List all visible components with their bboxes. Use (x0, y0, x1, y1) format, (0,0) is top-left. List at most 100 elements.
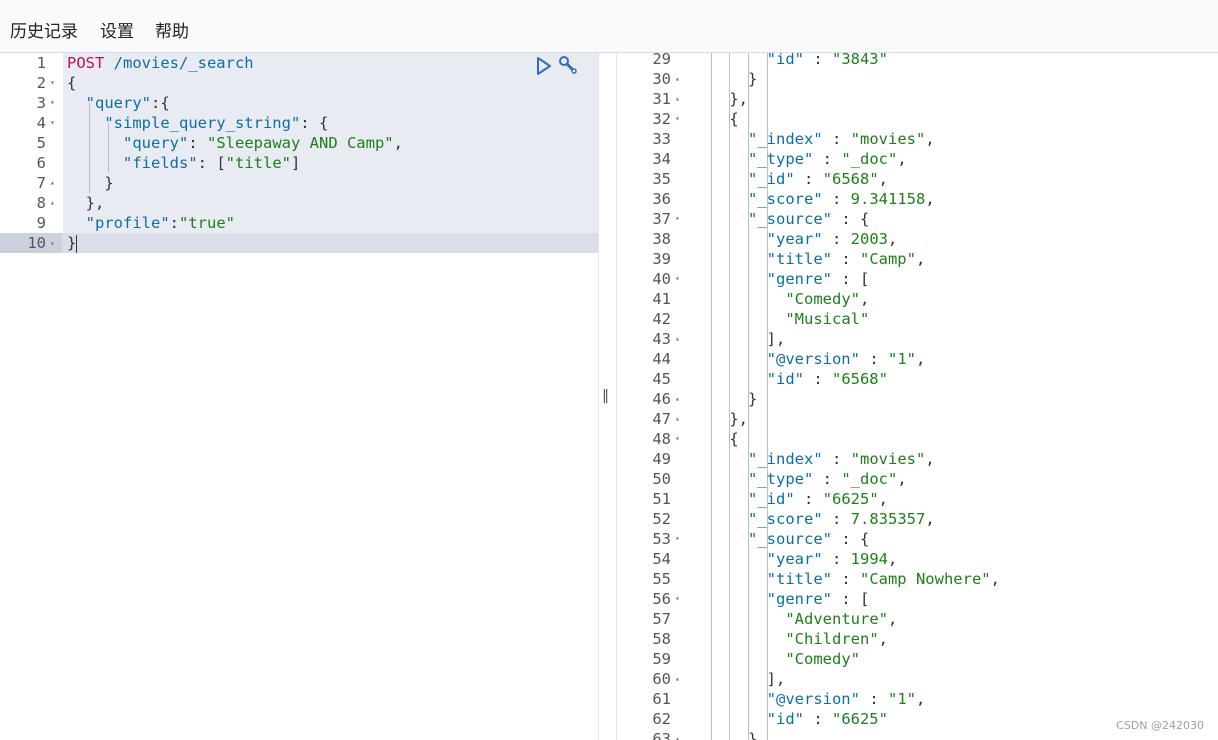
code-line: { (67, 74, 77, 92)
fold-collapse-icon[interactable]: ▾ (675, 529, 680, 549)
line-number: 3 (36, 94, 46, 112)
line-number: 51 (652, 490, 671, 508)
line-number: 31 (652, 90, 671, 108)
code-line: }, (692, 410, 748, 428)
line-number: 58 (652, 630, 671, 648)
fold-expand-icon[interactable]: ▴ (675, 69, 680, 89)
wrench-icon[interactable] (557, 54, 579, 76)
fold-expand-icon[interactable]: ▴ (675, 669, 680, 689)
fold-expand-icon[interactable]: ▴ (675, 409, 680, 429)
menu-settings[interactable]: 设置 (100, 17, 134, 42)
line-number: 32 (652, 110, 671, 128)
code-line: "_source" : { (748, 530, 870, 548)
fold-expand-icon[interactable]: ▴ (675, 729, 680, 740)
fold-expand-icon[interactable]: ▴ (675, 389, 680, 409)
watermark: CSDN @242030 (1116, 719, 1204, 732)
code-line: "@version" : "1", (766, 690, 926, 708)
line-number: 59 (652, 650, 671, 668)
code-line: "_score" : 9.341158, (748, 190, 935, 208)
line-number: 6 (36, 154, 46, 172)
fold-collapse-icon[interactable]: ▾ (675, 269, 680, 289)
fold-expand-icon[interactable]: ▴ (50, 233, 55, 253)
request-editor[interactable]: 1 POST /movies/_search 2 ▾{3 ▾ "query":{4 ▾ "… (0, 53, 598, 740)
line-number: 53 (652, 530, 671, 548)
code-line: "Comedy", (785, 290, 870, 308)
text-cursor (76, 234, 78, 253)
code-line: "Musical" (785, 310, 870, 328)
code-line: "year" : 2003, (766, 230, 898, 248)
line-number: 5 (36, 134, 46, 152)
code-line: "query":{ (85, 94, 170, 112)
line-number: 30 (652, 70, 671, 88)
top-menu-bar: 历史记录 设置 帮助 (0, 0, 1218, 53)
line-number: 44 (652, 350, 671, 368)
fold-expand-icon[interactable]: ▴ (675, 329, 680, 349)
fold-collapse-icon[interactable]: ▾ (50, 93, 55, 113)
fold-collapse-icon[interactable]: ▾ (675, 589, 680, 609)
code-line: "query": "Sleepaway AND Camp", (123, 134, 403, 152)
fold-expand-icon[interactable]: ▴ (50, 193, 55, 213)
line-number: 50 (652, 470, 671, 488)
line-number: 46 (652, 390, 671, 408)
fold-collapse-icon[interactable]: ▾ (675, 209, 680, 229)
code-line: }, (692, 90, 748, 108)
line-number: 38 (652, 230, 671, 248)
code-line: { (692, 110, 739, 128)
line-number: 60 (652, 670, 671, 688)
line-number: 48 (652, 430, 671, 448)
code-line: "_source" : { (748, 210, 870, 228)
line-number: 34 (652, 150, 671, 168)
line-number: 55 (652, 570, 671, 588)
code-line: "_type" : "_doc", (748, 470, 907, 488)
line-number: 36 (652, 190, 671, 208)
code-line: } (67, 234, 78, 253)
line-number: 63 (652, 730, 671, 740)
code-line: "year" : 1994, (766, 550, 898, 568)
code-line: "_score" : 7.835357, (748, 510, 935, 528)
code-line: } (692, 70, 758, 88)
line-number: 9 (36, 214, 46, 232)
line-number: 4 (36, 114, 46, 132)
line-number: 35 (652, 170, 671, 188)
code-line: { (692, 430, 739, 448)
code-line: "id" : "3843" (766, 53, 888, 68)
code-line: } (692, 730, 758, 740)
resize-handle[interactable]: ‖ (602, 388, 609, 404)
line-number: 33 (652, 130, 671, 148)
play-icon[interactable] (533, 55, 555, 77)
line-number: 52 (652, 510, 671, 528)
line-number: 2 (36, 74, 46, 92)
menu-help[interactable]: 帮助 (155, 17, 189, 42)
code-line: "@version" : "1", (766, 350, 926, 368)
line-number: 61 (652, 690, 671, 708)
indent-guide (108, 123, 109, 173)
response-viewer[interactable]: 29 "id" : "3843" 30 ▴ } 31 ▴ }, 32 ▾ {33 "_ind… (617, 53, 1218, 740)
line-number: 7 (36, 174, 46, 192)
line-number: 10 (27, 234, 46, 252)
fold-collapse-icon[interactable]: ▾ (50, 73, 55, 93)
code-line: }, (67, 194, 105, 212)
line-number: 49 (652, 450, 671, 468)
line-number: 45 (652, 370, 671, 388)
code-line: "id" : "6568" (766, 370, 888, 388)
fold-expand-icon[interactable]: ▴ (675, 89, 680, 109)
code-line: "simple_query_string": { (104, 114, 329, 132)
line-number: 62 (652, 710, 671, 728)
code-line: "_type" : "_doc", (748, 150, 907, 168)
fold-collapse-icon[interactable]: ▾ (675, 109, 680, 129)
code-line: "Adventure", (785, 610, 898, 628)
fold-collapse-icon[interactable]: ▾ (50, 113, 55, 133)
line-number: 1 (36, 54, 46, 72)
indent-guide (89, 103, 90, 193)
code-line: ], (692, 670, 786, 688)
menu-history[interactable]: 历史记录 (10, 17, 78, 42)
code-line: "id" : "6625" (766, 710, 888, 728)
line-number: 42 (652, 310, 671, 328)
line-number: 39 (652, 250, 671, 268)
fold-collapse-icon[interactable]: ▾ (675, 429, 680, 449)
fold-expand-icon[interactable]: ▴ (50, 173, 55, 193)
code-line: "_id" : "6568", (748, 170, 889, 188)
code-line: "title" : "Camp", (766, 250, 926, 268)
code-line: } (67, 174, 114, 192)
code-line: } (692, 390, 758, 408)
